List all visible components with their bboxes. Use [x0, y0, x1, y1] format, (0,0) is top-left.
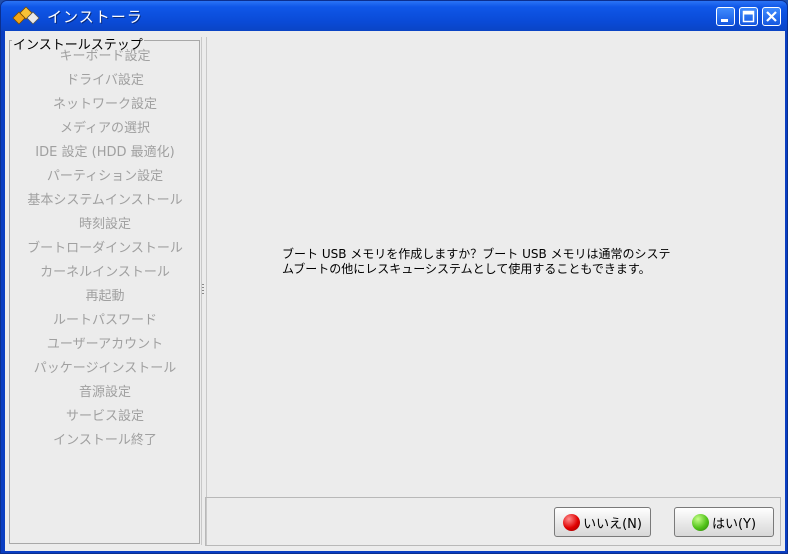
minimize-icon — [721, 19, 728, 22]
installer-window: インストーラ インストールステップ キーボード設定 ドライバ設定 ネットワーク設… — [0, 0, 788, 554]
step-item: ドライバ設定 — [66, 73, 144, 88]
window-title: インストーラ — [47, 8, 143, 26]
step-item: パッケージインストール — [33, 361, 177, 376]
step-item: 音源設定 — [78, 385, 131, 400]
red-circle-icon — [563, 513, 581, 531]
step-item: パーティション設定 — [46, 169, 164, 184]
step-item: サービス設定 — [65, 409, 144, 424]
installer-diamonds-icon — [12, 6, 40, 25]
splitter-grip-icon — [202, 284, 204, 296]
minimize-button[interactable] — [716, 7, 735, 26]
yes-button-label: はい(Y) — [711, 516, 757, 532]
no-button-label: いいえ(N) — [583, 516, 642, 532]
step-item: インストール終了 — [53, 433, 157, 448]
step-item: ユーザーアカウント — [46, 337, 164, 352]
green-circle-icon — [691, 513, 709, 531]
step-item: ルートパスワード — [52, 313, 157, 328]
no-button[interactable]: いいえ(N) — [554, 507, 651, 537]
step-item: 時刻設定 — [78, 217, 131, 232]
main-content-panel: ブート USB メモリを作成しますか？ブート USB メモリは通常のシステ ムブ… — [206, 37, 781, 496]
boot-usb-question-text: ブート USB メモリを作成しますか？ブート USB メモリは通常のシステ ムブ… — [282, 247, 671, 276]
yes-button[interactable]: はい(Y) — [674, 507, 774, 537]
step-item: IDE 設定 (HDD 最適化) — [35, 145, 175, 160]
close-button[interactable] — [762, 7, 781, 26]
dialog-button-bar: いいえ(N) はい(Y) — [205, 497, 781, 546]
maximize-icon — [742, 10, 755, 23]
step-item: メディアの選択 — [59, 121, 151, 136]
step-item: 再起動 — [85, 289, 125, 304]
step-item: カーネルインストール — [40, 265, 170, 280]
title-bar[interactable]: インストーラ — [1, 1, 787, 31]
maximize-button[interactable] — [739, 7, 758, 26]
step-item: ネットワーク設定 — [52, 97, 157, 112]
install-steps-list: キーボード設定 ドライバ設定 ネットワーク設定 メディアの選択 IDE 設定 (… — [10, 47, 200, 455]
close-icon — [766, 11, 777, 22]
window-client-area: インストールステップ キーボード設定 ドライバ設定 ネットワーク設定 メディアの… — [5, 31, 785, 551]
step-item: 基本システムインストール — [27, 193, 183, 208]
step-item: ブートローダインストール — [27, 241, 183, 256]
step-item: キーボード設定 — [59, 49, 151, 64]
